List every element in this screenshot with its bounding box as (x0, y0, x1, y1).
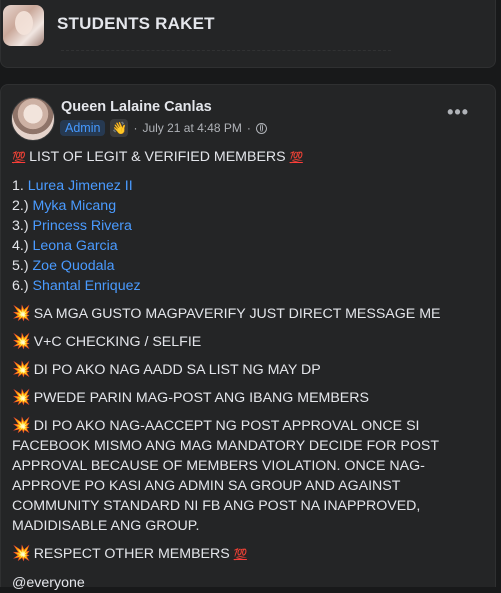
list-item: 3.) Princess Rivera (12, 218, 132, 234)
note: 💥 RESPECT OTHER MEMBERS 💯 (12, 545, 248, 562)
more-options-button[interactable]: ••• (447, 103, 469, 121)
note: 💥 DI PO AKO NAG AADD SA LIST NG MAY DP (12, 361, 321, 378)
note: 💥 V+C CHECKING / SELFIE (12, 333, 202, 350)
collision-icon: 💥 (12, 361, 31, 378)
member-link[interactable]: Shantal Enriquez (33, 278, 141, 294)
note: 💥 SA MGA GUSTO MAGPAVERIFY JUST DIRECT ME… (12, 305, 441, 322)
collision-icon: 💥 (12, 545, 31, 562)
list-item: 6.) Shantal Enriquez (12, 278, 141, 294)
member-link[interactable]: Zoe Quodala (33, 258, 115, 274)
mention[interactable]: @everyone (12, 573, 482, 593)
wave-hand-icon[interactable]: 👋 (110, 119, 129, 137)
note: 💥 DI PO AKO NAG-AACCEPT NG POST APPROVAL … (12, 417, 439, 534)
list-item: 2.) Myka Micang (12, 198, 117, 214)
member-link[interactable]: Leona Garcia (33, 238, 118, 254)
hundred-points-icon: 💯 (289, 152, 304, 164)
header-divider (61, 50, 391, 57)
meta-separator: · (133, 121, 138, 135)
post-body: 💯 LIST OF LEGIT & VERIFIED MEMBERS 💯 1. … (12, 147, 482, 593)
member-link[interactable]: Lurea Jimenez II (28, 178, 133, 194)
group-thumbnail[interactable] (3, 5, 44, 46)
member-link[interactable]: Myka Micang (33, 198, 117, 214)
globe-icon[interactable] (255, 122, 267, 134)
collision-icon: 💥 (12, 417, 31, 434)
list-item: 4.) Leona Garcia (12, 238, 118, 254)
hundred-points-icon: 💯 (12, 152, 26, 164)
note: 💥 PWEDE PARIN MAG-POST ANG IBANG MEMBERS (12, 389, 369, 406)
group-header: STUDENTS RAKET (0, 0, 496, 68)
member-link[interactable]: Princess Rivera (33, 218, 132, 234)
member-list: 1. Lurea Jimenez II 2.) Myka Micang 3.) … (12, 176, 482, 296)
avatar[interactable] (11, 97, 55, 141)
collision-icon: 💥 (12, 389, 31, 406)
collision-icon: 💥 (12, 333, 31, 350)
hundred-points-icon: 💯 (233, 549, 248, 561)
post-card: Queen Lalaine Canlas Admin 👋 · July 21 a… (0, 84, 496, 591)
post-date[interactable]: July 21 at 4:48 PM (142, 121, 241, 135)
post-meta: Admin 👋 · July 21 at 4:48 PM · (60, 118, 267, 138)
post-author[interactable]: Queen Lalaine Canlas (61, 99, 212, 115)
admin-badge[interactable]: Admin (60, 120, 106, 136)
collision-icon: 💥 (12, 305, 31, 322)
group-title[interactable]: STUDENTS RAKET (57, 14, 215, 34)
list-item: 5.) Zoe Quodala (12, 258, 115, 274)
post-headline: 💯 LIST OF LEGIT & VERIFIED MEMBERS 💯 (12, 149, 304, 165)
meta-separator: · (246, 121, 251, 135)
list-item: 1. Lurea Jimenez II (12, 178, 133, 194)
